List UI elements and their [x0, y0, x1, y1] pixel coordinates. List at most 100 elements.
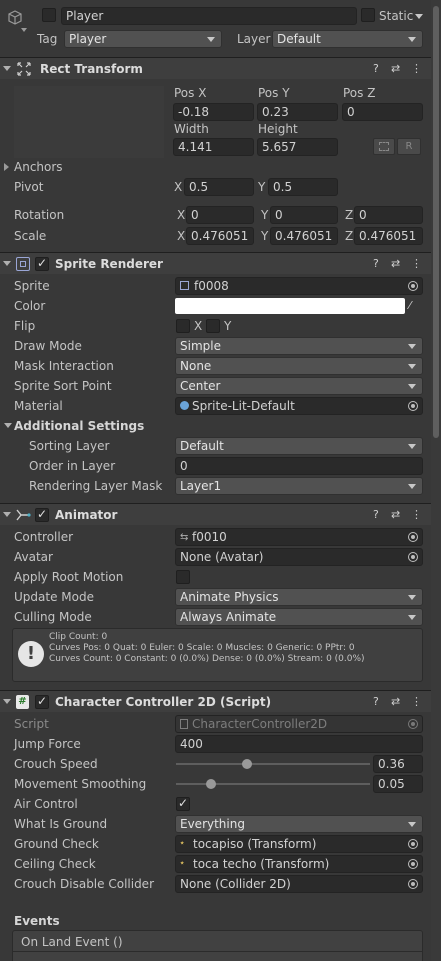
- character-controller-header[interactable]: # Character Controller 2D (Script) ? ⇄ ⋮: [0, 690, 431, 712]
- scale-x-label: X: [177, 229, 186, 243]
- what-is-ground-label: What Is Ground: [14, 817, 108, 831]
- avatar-field[interactable]: None (Avatar): [175, 548, 423, 566]
- object-picker-icon[interactable]: [408, 401, 418, 411]
- animator-header[interactable]: Animator ? ⇄ ⋮: [0, 503, 431, 525]
- crouch-speed-slider-track[interactable]: [176, 763, 370, 765]
- movement-smoothing-field[interactable]: 0.05: [373, 775, 423, 793]
- object-picker-icon[interactable]: [408, 552, 418, 562]
- object-picker-icon[interactable]: [408, 532, 418, 542]
- flip-y-checkbox[interactable]: [206, 319, 220, 333]
- blueprint-mode-area: [14, 86, 164, 158]
- pos-x-field[interactable]: -0.18: [173, 103, 254, 121]
- height-field[interactable]: 5.657: [257, 138, 338, 156]
- additional-settings-foldout[interactable]: [4, 423, 12, 428]
- static-checkbox[interactable]: [361, 8, 375, 22]
- inspector-scrollbar[interactable]: [431, 0, 441, 961]
- animator-controller-icon: ⇆: [180, 532, 189, 543]
- character-controller-foldout[interactable]: [3, 699, 11, 704]
- rot-z-field[interactable]: 0: [354, 206, 423, 224]
- rot-x-field[interactable]: 0: [186, 206, 254, 224]
- context-menu-icon[interactable]: ⋮: [411, 62, 422, 75]
- presets-icon[interactable]: ⇄: [391, 62, 400, 75]
- sprite-renderer-foldout[interactable]: [3, 261, 11, 266]
- sprite-value: f0008: [194, 279, 229, 293]
- presets-icon[interactable]: ⇄: [391, 695, 400, 708]
- on-land-event-box[interactable]: On Land Event (): [12, 930, 423, 961]
- tag-dropdown[interactable]: Player: [64, 30, 222, 48]
- flip-x-label: X: [194, 319, 203, 333]
- scrollbar-thumb[interactable]: [433, 6, 439, 438]
- controller-field[interactable]: ⇆ f0010: [175, 528, 423, 546]
- rendering-layer-mask-dropdown[interactable]: Layer1: [175, 477, 423, 495]
- help-icon[interactable]: ?: [373, 508, 379, 521]
- object-picker-icon[interactable]: [408, 879, 418, 889]
- draw-mode-dropdown[interactable]: Simple: [175, 337, 423, 355]
- scale-y-field[interactable]: 0.476051: [270, 227, 338, 245]
- object-picker-icon[interactable]: [408, 281, 418, 291]
- sprite-renderer-header[interactable]: Sprite Renderer ? ⇄ ⋮: [0, 252, 431, 274]
- movement-smoothing-slider-thumb[interactable]: [206, 779, 216, 789]
- pivot-y-field[interactable]: 0.5: [268, 178, 338, 196]
- crouch-disable-collider-field[interactable]: None (Collider 2D): [175, 875, 423, 893]
- anchors-label[interactable]: Anchors: [14, 157, 63, 177]
- blueprint-button[interactable]: [373, 138, 395, 155]
- static-label: Static: [379, 9, 414, 23]
- scale-z-field[interactable]: 0.476051: [354, 227, 423, 245]
- flip-x-checkbox[interactable]: [176, 319, 190, 333]
- what-is-ground-dropdown[interactable]: Everything: [175, 815, 423, 833]
- pos-y-field[interactable]: 0.23: [257, 103, 338, 121]
- crouch-speed-field[interactable]: 0.36: [373, 755, 423, 773]
- air-control-checkbox[interactable]: [176, 796, 190, 811]
- info-line-1: Clip Count: 0: [49, 632, 108, 642]
- sprite-sort-point-dropdown[interactable]: Center: [175, 377, 423, 395]
- ceiling-check-field[interactable]: ⋆ toca techo (Transform): [175, 855, 423, 873]
- material-field[interactable]: Sprite-Lit-Default: [175, 397, 423, 415]
- scale-x-field[interactable]: 0.476051: [186, 227, 254, 245]
- apply-root-motion-checkbox[interactable]: [176, 570, 190, 584]
- pivot-x-field[interactable]: 0.5: [184, 178, 254, 196]
- rect-transform-foldout[interactable]: [3, 66, 11, 71]
- active-checkbox[interactable]: [42, 8, 56, 22]
- rect-transform-header[interactable]: Rect Transform ? ⇄ ⋮: [0, 57, 431, 79]
- animator-enabled-checkbox[interactable]: [35, 507, 49, 522]
- mask-interaction-dropdown[interactable]: None: [175, 357, 423, 375]
- color-swatch[interactable]: [175, 298, 405, 314]
- width-field[interactable]: 4.141: [173, 138, 254, 156]
- update-mode-dropdown[interactable]: Animate Physics: [175, 588, 423, 606]
- culling-mode-dropdown[interactable]: Always Animate: [175, 608, 423, 626]
- draw-mode-label: Draw Mode: [14, 339, 82, 353]
- animator-foldout[interactable]: [3, 512, 11, 517]
- raw-edit-button[interactable]: R: [397, 138, 421, 155]
- gameobject-icon-dropdown[interactable]: [21, 28, 27, 32]
- sorting-layer-dropdown[interactable]: Default: [175, 437, 423, 455]
- rot-x-label: X: [177, 208, 186, 222]
- rot-y-field[interactable]: 0: [270, 206, 338, 224]
- context-menu-icon[interactable]: ⋮: [411, 257, 422, 270]
- sprite-renderer-enabled-checkbox[interactable]: [35, 256, 49, 271]
- help-icon[interactable]: ?: [373, 257, 379, 270]
- ground-check-field[interactable]: ⋆ tocapiso (Transform): [175, 835, 423, 853]
- crouch-speed-slider-thumb[interactable]: [242, 759, 252, 769]
- jump-force-field[interactable]: 400: [175, 735, 423, 753]
- context-menu-icon[interactable]: ⋮: [411, 508, 422, 521]
- presets-icon[interactable]: ⇄: [391, 257, 400, 270]
- material-value: Sprite-Lit-Default: [192, 399, 295, 413]
- pos-z-field[interactable]: 0: [342, 103, 423, 121]
- object-picker-icon[interactable]: [408, 859, 418, 869]
- sprite-field[interactable]: f0008: [175, 277, 423, 295]
- layer-dropdown[interactable]: Default: [272, 30, 423, 48]
- eyedropper-icon[interactable]: ⁄: [409, 298, 423, 314]
- anchors-foldout-arrow[interactable]: [4, 163, 9, 171]
- order-in-layer-field[interactable]: 0: [175, 457, 423, 475]
- context-menu-icon[interactable]: ⋮: [411, 695, 422, 708]
- help-icon[interactable]: ?: [373, 62, 379, 75]
- additional-settings-label[interactable]: Additional Settings: [14, 416, 144, 436]
- name-field[interactable]: Player: [61, 7, 357, 25]
- character-controller-enabled-checkbox[interactable]: [35, 694, 49, 709]
- object-picker-icon[interactable]: [408, 839, 418, 849]
- air-control-label: Air Control: [14, 797, 78, 811]
- help-icon[interactable]: ?: [373, 695, 379, 708]
- static-dropdown-arrow[interactable]: [415, 14, 423, 19]
- culling-mode-label: Culling Mode: [14, 610, 92, 624]
- presets-icon[interactable]: ⇄: [391, 508, 400, 521]
